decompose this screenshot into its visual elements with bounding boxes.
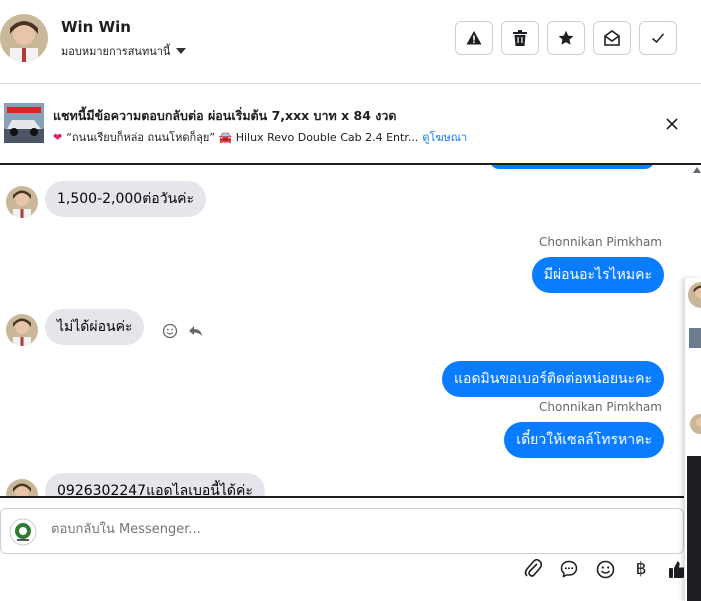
ad-thumbnail <box>689 328 701 348</box>
conversation-actions <box>455 21 677 55</box>
chevron-down-icon <box>176 48 187 54</box>
star-button[interactable] <box>547 21 585 55</box>
message-bubble-incoming[interactable]: 0926302247แอดไลเบอนี้ได้ค่ะ <box>45 473 265 496</box>
view-ad-link[interactable]: ดูโฆษณา <box>422 128 467 146</box>
reply-composer: ฿ <box>0 498 686 601</box>
contact-name[interactable]: Win Win <box>61 18 131 36</box>
check-icon <box>652 33 665 44</box>
contact-avatar-small <box>6 186 38 218</box>
message-bubble-incoming[interactable]: ไม่ได้ผ่อนค่ะ <box>45 309 145 345</box>
warning-icon <box>466 31 482 45</box>
mark-done-button[interactable] <box>639 21 677 55</box>
trash-icon <box>513 30 527 46</box>
contact-avatar-small <box>688 282 701 308</box>
message-bubble-incoming[interactable]: 1,500-2,000ต่อวันค่ะ <box>45 181 207 217</box>
close-icon <box>666 118 678 130</box>
ad-subtitle: “ถนนเรียบก็หล่อ ถนนโหดก็ลุย” 🚘 Hilux Rev… <box>66 131 419 144</box>
message-bubble-outgoing[interactable]: แอดมินขอเบอร์ติดต่อหน่อยนะคะ <box>442 361 664 397</box>
assign-conversation-dropdown[interactable]: มอบหมายการสนทนานี้ <box>61 42 187 60</box>
mark-spam-button[interactable] <box>455 21 493 55</box>
close-banner-button[interactable] <box>662 114 682 134</box>
heart-icon: ❤ <box>53 130 63 144</box>
paperclip-icon <box>524 559 542 577</box>
baht-icon: ฿ <box>635 559 647 579</box>
assign-label: มอบหมายการสนทนานี้ <box>61 45 171 58</box>
payment-button[interactable]: ฿ <box>628 558 654 580</box>
contact-avatar-small <box>690 414 701 434</box>
message-thread[interactable]: 1,500-2,000ต่อวันค่ะ Chonnikan Pimkham ม… <box>0 165 684 496</box>
ad-title: แชทนี้มีข้อความตอบกลับต่อ ผ่อนเริ่มต้น 7… <box>53 108 397 123</box>
scroll-up-arrow[interactable] <box>693 167 701 173</box>
envelope-open-icon <box>604 30 620 46</box>
message-bubble-outgoing <box>490 165 654 169</box>
emoji-button[interactable] <box>592 558 618 580</box>
emoji-icon <box>596 560 614 578</box>
sender-name: Chonnikan Pimkham <box>539 400 662 414</box>
contact-avatar-small <box>6 479 38 496</box>
conversation-header: Win Win มอบหมายการสนทนานี้ <box>0 0 701 84</box>
reply-box[interactable] <box>0 508 684 554</box>
message-hover-actions <box>162 323 204 339</box>
ad-subtitle-row: ❤ “ถนนเรียบก็หล่อ ถนนโหดก็ลุย” 🚘 Hilux R… <box>53 128 467 146</box>
side-panel <box>684 278 701 601</box>
chat-bubble-icon <box>560 560 578 578</box>
composer-toolbar: ฿ <box>520 558 690 580</box>
delete-button[interactable] <box>501 21 539 55</box>
message-bubble-outgoing[interactable]: มีผ่อนอะไรไหมคะ <box>531 257 664 293</box>
mark-unread-button[interactable] <box>593 21 631 55</box>
page-logo <box>9 518 37 546</box>
message-bubble-outgoing[interactable]: เดี๋ยวให้เซลล์โทรหาคะ <box>504 422 664 458</box>
ad-context-banner: แชทนี้มีข้อความตอบกลับต่อ ผ่อนเริ่มต้น 7… <box>0 84 701 165</box>
panel-dark-strip <box>687 456 701 601</box>
saved-replies-button[interactable] <box>556 558 582 580</box>
reply-input[interactable] <box>49 521 653 538</box>
star-icon <box>558 30 574 45</box>
contact-avatar-small <box>6 314 38 346</box>
reply-icon[interactable] <box>188 323 204 339</box>
emoji-react-icon[interactable] <box>162 323 178 339</box>
attach-button[interactable] <box>520 558 546 580</box>
contact-avatar[interactable] <box>0 14 48 62</box>
ad-thumbnail <box>4 103 44 143</box>
sender-name: Chonnikan Pimkham <box>539 235 662 249</box>
